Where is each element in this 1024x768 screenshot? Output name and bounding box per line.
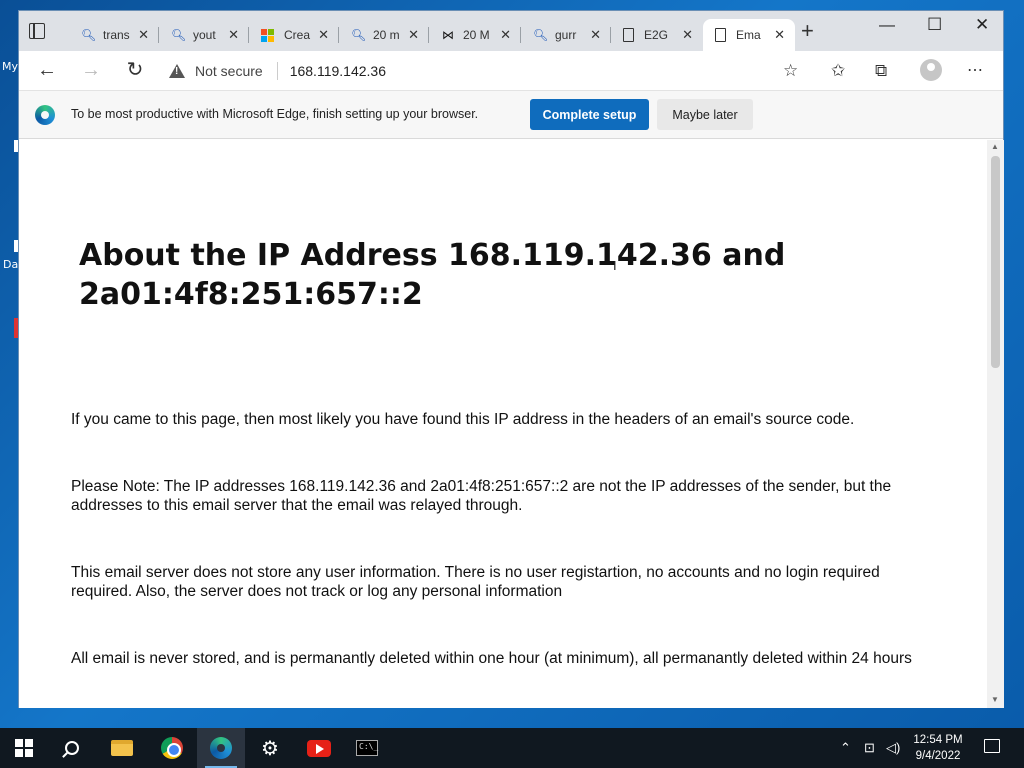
edge-icon xyxy=(210,737,232,759)
page-title: About the IP Address 168.119.142.36 and … xyxy=(79,238,786,312)
file-explorer-button[interactable] xyxy=(98,728,146,768)
close-tab-icon[interactable]: ✕ xyxy=(138,27,149,43)
terminal-icon: C:\_ xyxy=(356,740,378,756)
taskbar: ⚙ C:\_ ⌃ ⊡ ◁) 12:54 PM 9/4/2022 xyxy=(0,728,1024,768)
new-tab-button[interactable]: + xyxy=(801,20,814,42)
collections-icon[interactable]: ⧉ xyxy=(875,61,887,81)
tab-label: trans xyxy=(103,28,130,42)
gear-icon: ⚙ xyxy=(261,737,279,760)
terminal-button[interactable]: C:\_ xyxy=(343,728,391,768)
warning-icon[interactable] xyxy=(169,64,185,78)
security-status[interactable]: Not secure xyxy=(195,63,263,79)
maybe-later-button[interactable]: Maybe later xyxy=(657,99,753,130)
edge-logo-icon xyxy=(35,105,55,125)
url-text[interactable]: 168.119.142.36 xyxy=(290,63,386,79)
tab-gurr[interactable]: 🔍︎ gurr ✕ xyxy=(521,19,611,51)
folder-icon xyxy=(111,740,133,756)
clock-time: 12:54 PM xyxy=(913,734,963,746)
tab-bar: 🔍︎ trans ✕ 🔍︎ yout ✕ Crea ✕ 🔍︎ 20 m ✕ ⋈ … xyxy=(19,11,1003,51)
paragraph-retention: All email is never stored, and is perman… xyxy=(71,650,912,667)
browser-window: 🔍︎ trans ✕ 🔍︎ yout ✕ Crea ✕ 🔍︎ 20 m ✕ ⋈ … xyxy=(18,10,1004,708)
network-icon[interactable]: ⊡ xyxy=(864,740,875,756)
search-icon: 🔍︎ xyxy=(351,28,367,42)
scroll-up-icon[interactable]: ▲ xyxy=(991,142,999,151)
tab-label: E2G xyxy=(644,28,669,42)
tab-actions-icon[interactable] xyxy=(29,23,45,39)
tab-20m-search[interactable]: 🔍︎ 20 m ✕ xyxy=(339,19,429,51)
edge-taskbar-button[interactable] xyxy=(197,728,245,768)
tab-e2g[interactable]: E2G ✕ xyxy=(611,19,703,51)
system-clock[interactable]: 12:54 PM 9/4/2022 xyxy=(908,732,968,764)
bowtie-icon: ⋈ xyxy=(442,28,454,42)
search-icon xyxy=(65,741,79,755)
tab-label: gurr xyxy=(555,28,577,42)
microsoft-logo-icon xyxy=(261,28,274,42)
minimize-button[interactable]: — xyxy=(879,17,895,35)
close-tab-icon[interactable]: ✕ xyxy=(228,27,239,43)
more-menu-icon[interactable]: ⋯ xyxy=(967,61,984,81)
chrome-button[interactable] xyxy=(148,728,196,768)
tab-label: yout xyxy=(193,28,216,42)
page-content: About the IP Address 168.119.142.36 and … xyxy=(19,140,987,708)
clock-date: 9/4/2022 xyxy=(915,750,961,762)
refresh-button[interactable]: ↻ xyxy=(123,59,147,83)
paragraph-note: Please Note: The IP addresses 168.119.14… xyxy=(71,478,892,514)
document-icon xyxy=(623,28,634,42)
youtube-icon xyxy=(307,739,331,757)
close-tab-icon[interactable]: ✕ xyxy=(682,27,693,43)
profile-avatar[interactable] xyxy=(920,59,942,81)
tab-20m[interactable]: ⋈ 20 M ✕ xyxy=(429,19,521,51)
close-window-button[interactable]: ✕ xyxy=(975,15,989,35)
back-button[interactable]: ← xyxy=(35,59,59,83)
tab-create[interactable]: Crea ✕ xyxy=(249,19,339,51)
close-tab-icon[interactable]: ✕ xyxy=(500,27,511,43)
add-favorite-icon[interactable]: ☆ xyxy=(783,61,798,81)
windows-logo-icon xyxy=(15,739,33,757)
address-divider xyxy=(276,62,278,80)
scroll-down-icon[interactable]: ▼ xyxy=(991,695,999,704)
close-tab-icon[interactable]: ✕ xyxy=(590,27,601,43)
vertical-scrollbar[interactable]: ▲ ▼ xyxy=(987,140,1004,708)
tab-email-active[interactable]: Ema ✕ xyxy=(703,19,795,51)
start-button[interactable] xyxy=(0,728,48,768)
tab-youtube[interactable]: 🔍︎ yout ✕ xyxy=(159,19,249,51)
tab-label: 20 m xyxy=(373,28,400,42)
infobar-message: To be most productive with Microsoft Edg… xyxy=(71,107,479,121)
paragraph-privacy: This email server does not store any use… xyxy=(71,564,880,600)
settings-button[interactable]: ⚙ xyxy=(246,728,294,768)
paragraph-intro: If you came to this page, then most like… xyxy=(71,411,855,428)
maximize-button[interactable]: ☐ xyxy=(927,15,942,35)
chrome-icon xyxy=(161,737,183,759)
desktop-icon-label[interactable]: Da xyxy=(3,258,18,271)
forward-button[interactable]: → xyxy=(79,59,103,83)
tab-label: 20 M xyxy=(463,28,490,42)
volume-icon[interactable]: ◁) xyxy=(886,740,900,756)
desktop-icon-label[interactable]: My xyxy=(2,60,18,73)
search-icon: 🔍︎ xyxy=(533,28,549,42)
navigation-toolbar: ← → ↻ Not secure 168.119.142.36 ☆ ✩ ⧉ ⋯ xyxy=(19,51,1003,91)
scrollbar-thumb[interactable] xyxy=(991,156,1000,368)
close-tab-icon[interactable]: ✕ xyxy=(774,27,785,43)
close-tab-icon[interactable]: ✕ xyxy=(408,27,419,43)
document-icon xyxy=(715,28,726,42)
complete-setup-button[interactable]: Complete setup xyxy=(530,99,649,130)
search-button[interactable] xyxy=(48,728,96,768)
notification-icon[interactable] xyxy=(984,739,1000,753)
tab-trans[interactable]: 🔍︎ trans ✕ xyxy=(69,19,159,51)
text-cursor-icon: I xyxy=(613,258,617,273)
address-bar[interactable]: Not secure 168.119.142.36 xyxy=(169,59,386,83)
search-icon: 🔍︎ xyxy=(171,28,187,42)
search-icon: 🔍︎ xyxy=(81,28,97,42)
close-tab-icon[interactable]: ✕ xyxy=(318,27,329,43)
chevron-up-icon[interactable]: ⌃ xyxy=(840,740,851,756)
youtube-button[interactable] xyxy=(295,728,343,768)
favorites-icon[interactable]: ✩ xyxy=(831,61,845,81)
tab-label: Crea xyxy=(284,28,311,42)
tab-label: Ema xyxy=(736,28,761,42)
